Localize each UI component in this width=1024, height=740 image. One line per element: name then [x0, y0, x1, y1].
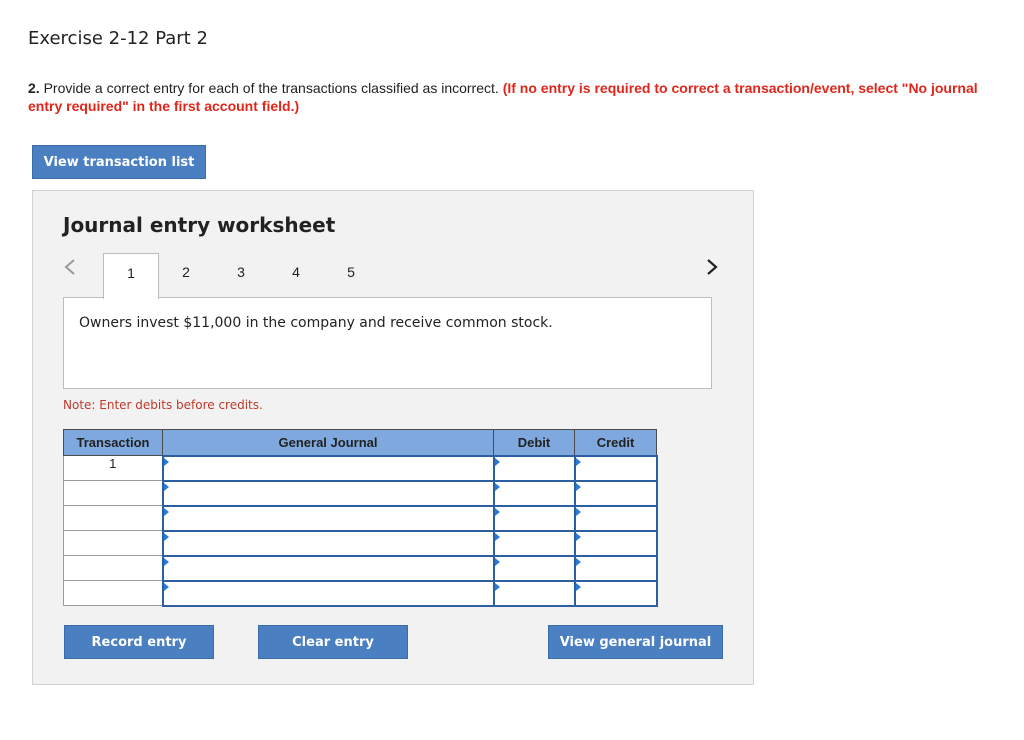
transaction-cell: [63, 480, 163, 506]
table-row: [63, 579, 658, 607]
dropdown-marker-icon: [163, 507, 169, 516]
dropdown-marker-icon: [575, 532, 581, 541]
transaction-description-box: Owners invest $11,000 in the company and…: [63, 297, 712, 389]
dropdown-marker-icon: [494, 482, 500, 491]
dropdown-marker-icon: [575, 457, 581, 466]
credit-field[interactable]: [573, 479, 658, 507]
worksheet-title: Journal entry worksheet: [63, 213, 336, 237]
account-field[interactable]: [161, 579, 495, 607]
credit-field[interactable]: [573, 504, 658, 532]
question-text: 2. Provide a correct entry for each of t…: [28, 79, 1013, 115]
question-body: Provide a correct entry for each of the …: [43, 80, 499, 96]
dropdown-marker-icon: [575, 582, 581, 591]
credit-field[interactable]: [573, 554, 658, 582]
view-transaction-list-button[interactable]: View transaction list: [32, 145, 206, 179]
debit-field[interactable]: [492, 454, 576, 482]
transaction-cell: [63, 530, 163, 556]
account-field[interactable]: [161, 504, 495, 532]
account-field[interactable]: [161, 454, 495, 482]
dropdown-marker-icon: [494, 532, 500, 541]
transaction-cell: [63, 555, 163, 581]
transaction-description: Owners invest $11,000 in the company and…: [79, 315, 553, 331]
dropdown-marker-icon: [575, 482, 581, 491]
account-field[interactable]: [161, 479, 495, 507]
account-field[interactable]: [161, 554, 495, 582]
tab-3[interactable]: 3: [213, 253, 269, 297]
tab-5[interactable]: 5: [323, 253, 379, 297]
tab-2[interactable]: 2: [158, 253, 214, 297]
dropdown-marker-icon: [163, 557, 169, 566]
credit-field[interactable]: [573, 454, 658, 482]
dropdown-marker-icon: [494, 582, 500, 591]
question-number: 2.: [28, 80, 40, 96]
exercise-title: Exercise 2-12 Part 2: [28, 28, 208, 49]
dropdown-marker-icon: [494, 557, 500, 566]
clear-entry-button[interactable]: Clear entry: [258, 625, 408, 659]
account-field[interactable]: [161, 529, 495, 557]
table-row: [63, 529, 658, 557]
tab-1[interactable]: 1: [103, 253, 159, 299]
column-header-general-journal: General Journal: [162, 429, 494, 456]
record-entry-button[interactable]: Record entry: [64, 625, 214, 659]
dropdown-marker-icon: [163, 482, 169, 491]
debit-field[interactable]: [492, 504, 576, 532]
debit-field[interactable]: [492, 529, 576, 557]
table-row: [63, 554, 658, 582]
dropdown-marker-icon: [163, 582, 169, 591]
chevron-right-icon[interactable]: [705, 257, 719, 277]
view-general-journal-button[interactable]: View general journal: [548, 625, 723, 659]
table-row: [63, 479, 658, 507]
dropdown-marker-icon: [163, 532, 169, 541]
table-row: [63, 504, 658, 532]
dropdown-marker-icon: [163, 457, 169, 466]
dropdown-marker-icon: [575, 557, 581, 566]
debit-field[interactable]: [492, 479, 576, 507]
journal-entry-worksheet: Journal entry worksheet 1 2 3 4 5 Owners…: [32, 190, 754, 685]
debit-field[interactable]: [492, 579, 576, 607]
table-row: 1: [63, 454, 658, 482]
transaction-cell: [63, 580, 163, 606]
dropdown-marker-icon: [494, 457, 500, 466]
credit-field[interactable]: [573, 579, 658, 607]
column-header-debit: Debit: [493, 429, 575, 456]
column-header-transaction: Transaction: [63, 429, 163, 456]
dropdown-marker-icon: [575, 507, 581, 516]
entry-note: Note: Enter debits before credits.: [63, 398, 263, 412]
column-header-credit: Credit: [574, 429, 657, 456]
transaction-cell: 1: [63, 455, 163, 481]
debit-field[interactable]: [492, 554, 576, 582]
tab-4[interactable]: 4: [268, 253, 324, 297]
journal-table: Transaction General Journal Debit Credit…: [63, 429, 658, 607]
transaction-cell: [63, 505, 163, 531]
dropdown-marker-icon: [494, 507, 500, 516]
chevron-left-icon[interactable]: [63, 257, 77, 277]
credit-field[interactable]: [573, 529, 658, 557]
